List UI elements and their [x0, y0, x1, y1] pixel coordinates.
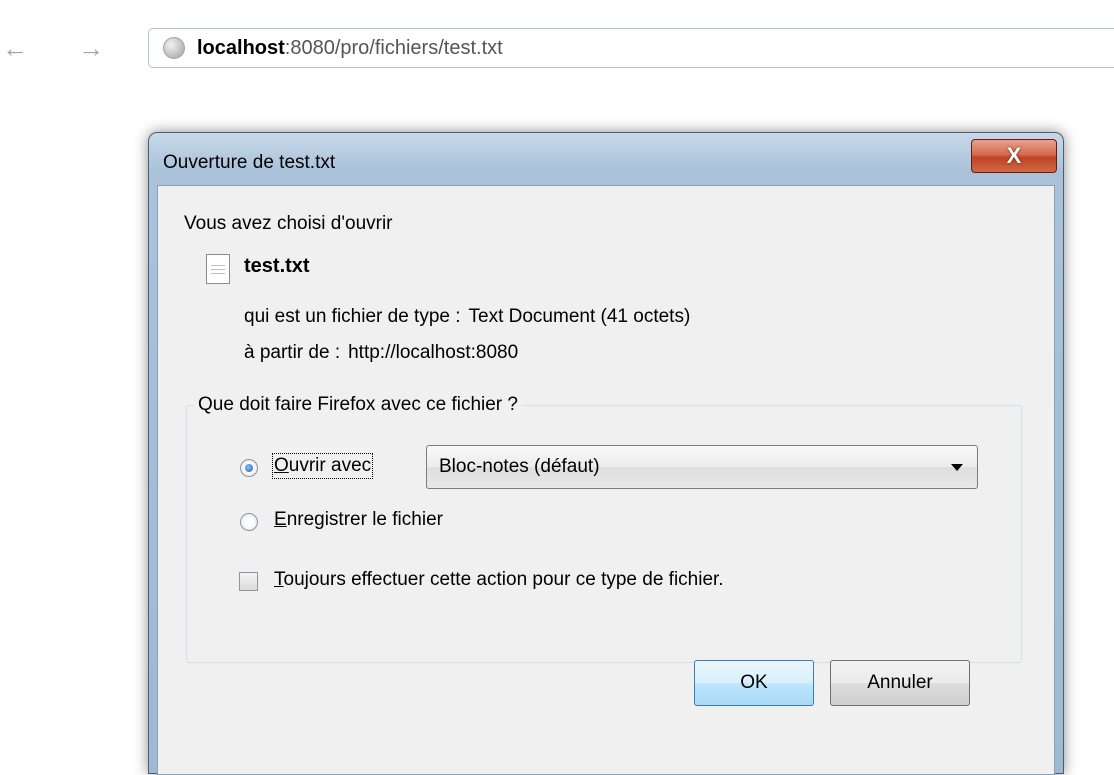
url-bar[interactable]: localhost:8080/pro/fichiers/test.txt	[148, 28, 1114, 68]
arrow-right-icon: →	[78, 33, 104, 63]
forward-button[interactable]: →	[76, 33, 106, 63]
chevron-down-icon	[951, 464, 963, 471]
save-file-radio[interactable]	[240, 513, 258, 531]
cancel-button-label: Annuler	[867, 672, 933, 693]
ok-button-label: OK	[740, 672, 768, 693]
file-source-value: http://localhost:8080	[348, 342, 519, 363]
always-do-checkbox[interactable]	[239, 572, 258, 591]
url-path: :8080/pro/fichiers/test.txt	[284, 36, 503, 59]
open-with-text: uvrir avec	[288, 455, 372, 476]
text-file-icon	[206, 254, 230, 284]
file-source-line: à partir de : http://localhost:8080	[244, 342, 518, 364]
action-group-box	[186, 405, 1022, 663]
save-file-accel: E	[274, 509, 287, 530]
dialog-content: Vous avez choisi d'ouvrir test.txt qui e…	[148, 132, 1064, 774]
arrow-left-icon: ←	[2, 33, 28, 63]
file-source-label: à partir de :	[244, 342, 341, 363]
save-file-label[interactable]: Enregistrer le fichier	[274, 509, 443, 531]
open-with-accel: O	[274, 455, 289, 476]
cancel-button[interactable]: Annuler	[830, 660, 970, 706]
ok-button[interactable]: OK	[694, 660, 814, 706]
browser-toolbar: ← → localhost:8080/pro/fichiers/test.txt	[0, 0, 1114, 80]
file-type-label: qui est un fichier de type :	[244, 306, 461, 327]
always-do-label[interactable]: Toujours effectuer cette action pour ce …	[274, 569, 724, 591]
url-host: localhost	[197, 36, 285, 59]
save-file-text: nregistrer le fichier	[286, 509, 443, 530]
back-button[interactable]: ←	[0, 33, 30, 63]
open-with-radio[interactable]	[240, 459, 258, 477]
file-type-line: qui est un fichier de type : Text Documen…	[244, 306, 690, 328]
intro-text: Vous avez choisi d'ouvrir	[184, 213, 393, 234]
action-group-title: Que doit faire Firefox avec ce fichier ?	[194, 394, 522, 416]
always-do-accel: T	[274, 569, 284, 590]
always-do-text: oujours effectuer cette action pour ce t…	[283, 569, 724, 590]
application-select[interactable]: Bloc-notes (défaut)	[426, 445, 978, 489]
url-text[interactable]: localhost:8080/pro/fichiers/test.txt	[197, 37, 503, 60]
file-name: test.txt	[244, 255, 310, 277]
open-with-label[interactable]: Ouvrir avec	[271, 453, 374, 479]
file-type-value: Text Document (41 octets)	[468, 306, 691, 327]
globe-icon	[163, 37, 185, 59]
application-select-value: Bloc-notes (défaut)	[439, 456, 600, 477]
